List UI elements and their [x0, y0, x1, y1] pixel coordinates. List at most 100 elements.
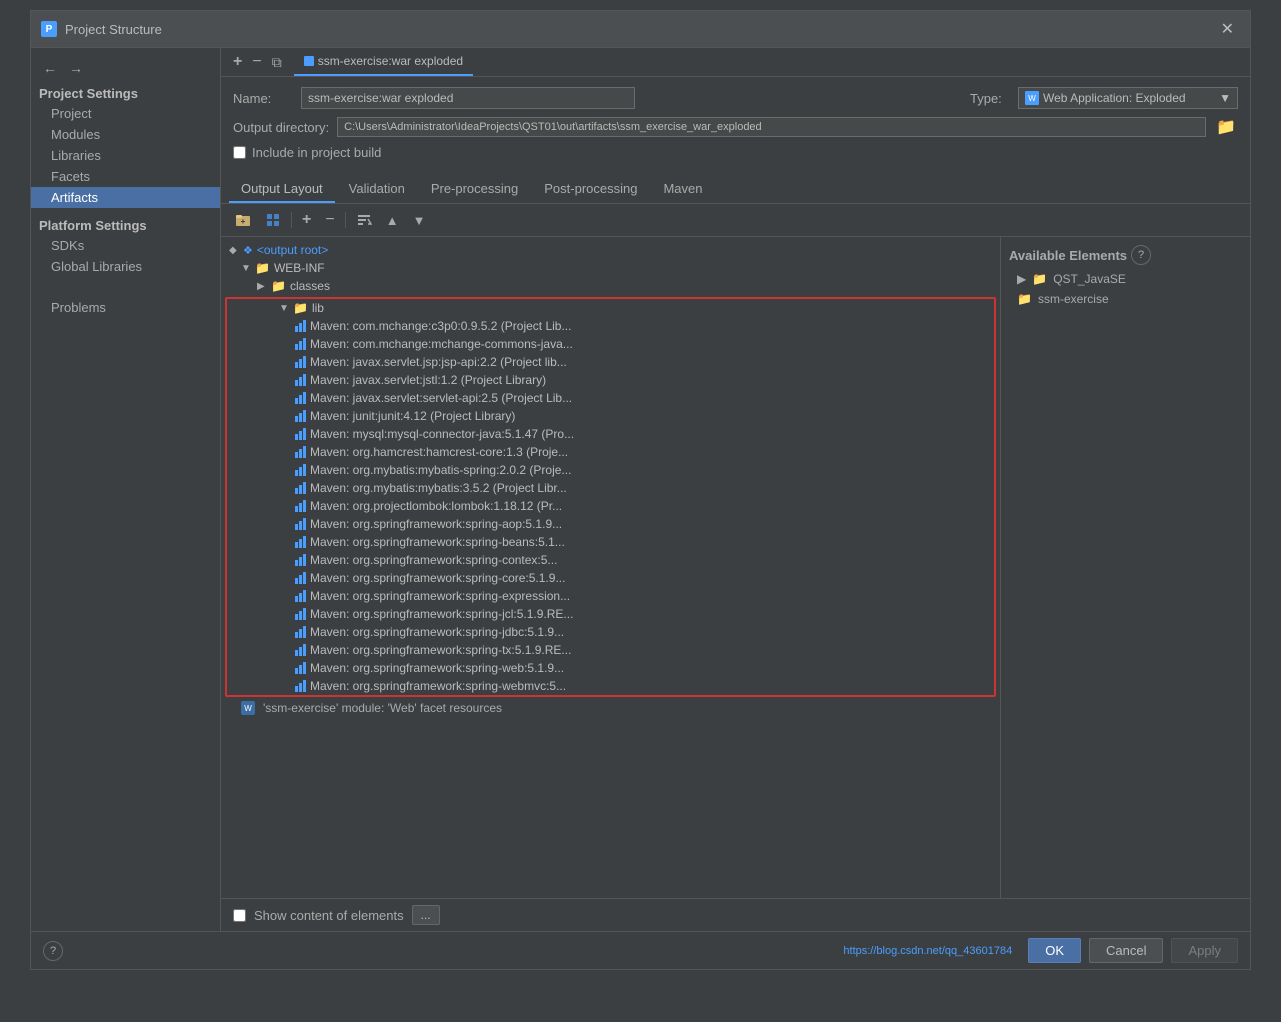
- maven-entry-12[interactable]: Maven: org.springframework:spring-beans:…: [227, 533, 994, 551]
- remove-artifact-button[interactable]: −: [248, 51, 265, 73]
- add-artifact-button[interactable]: +: [229, 51, 246, 73]
- tree-item-web-inf[interactable]: ▼ 📁 WEB-INF: [221, 259, 1000, 277]
- maven-entry-17[interactable]: Maven: org.springframework:spring-jdbc:5…: [227, 623, 994, 641]
- maven-label-19: Maven: org.springframework:spring-web:5.…: [310, 661, 564, 675]
- tree-item-classes[interactable]: ▶ 📁 classes: [221, 277, 1000, 295]
- output-area: ◆ ❖ <output root> ▼ 📁 WEB-INF ▶: [221, 237, 1250, 898]
- lib-collapse-icon: ▼: [279, 303, 289, 314]
- tab-maven[interactable]: Maven: [651, 176, 714, 203]
- tree-item-web-module[interactable]: W 'ssm-exercise' module: 'Web' facet res…: [221, 699, 1000, 717]
- toolbar-separator-2: [345, 212, 346, 228]
- tab-output-layout[interactable]: Output Layout: [229, 176, 335, 203]
- maven-icon-17: [295, 626, 306, 638]
- add-element-button[interactable]: +: [296, 208, 317, 232]
- tab-pre-processing[interactable]: Pre-processing: [419, 176, 530, 203]
- sidebar-nav: ← →: [31, 56, 220, 80]
- view-toggle-button[interactable]: [259, 209, 287, 231]
- maven-entry-14[interactable]: Maven: org.springframework:spring-core:5…: [227, 569, 994, 587]
- maven-icon-2: [295, 356, 306, 368]
- maven-entry-8[interactable]: Maven: org.mybatis:mybatis-spring:2.0.2 …: [227, 461, 994, 479]
- available-item-qst[interactable]: ▶ 📁 QST_JavaSE: [1001, 269, 1250, 289]
- status-url: https://blog.csdn.net/qq_43601784: [63, 945, 1028, 957]
- apply-button[interactable]: Apply: [1171, 938, 1238, 963]
- move-up-button[interactable]: ▲: [380, 210, 405, 231]
- maven-icon-0: [295, 320, 306, 332]
- maven-entry-19[interactable]: Maven: org.springframework:spring-web:5.…: [227, 659, 994, 677]
- copy-artifact-button[interactable]: ⧉: [268, 52, 286, 73]
- tab-validation[interactable]: Validation: [337, 176, 417, 203]
- maven-label-2: Maven: javax.servlet.jsp:jsp-api:2.2 (Pr…: [310, 355, 567, 369]
- tab-post-processing[interactable]: Post-processing: [532, 176, 649, 203]
- ok-button[interactable]: OK: [1028, 938, 1081, 963]
- maven-entry-0[interactable]: Maven: com.mchange:c3p0:0.9.5.2 (Project…: [227, 317, 994, 335]
- available-help-button[interactable]: ?: [1131, 245, 1151, 265]
- maven-entry-9[interactable]: Maven: org.mybatis:mybatis:3.5.2 (Projec…: [227, 479, 994, 497]
- sidebar-item-sdks[interactable]: SDKs: [31, 235, 220, 256]
- maven-entry-18[interactable]: Maven: org.springframework:spring-tx:5.1…: [227, 641, 994, 659]
- nav-forward-button[interactable]: →: [65, 58, 87, 78]
- type-icon: W: [1025, 91, 1039, 105]
- sidebar-item-problems[interactable]: Problems: [31, 297, 220, 318]
- maven-entry-2[interactable]: Maven: javax.servlet.jsp:jsp-api:2.2 (Pr…: [227, 353, 994, 371]
- artifact-tab[interactable]: ssm-exercise:war exploded: [294, 48, 473, 76]
- type-selector[interactable]: W Web Application: Exploded ▼: [1018, 87, 1238, 109]
- maven-entry-1[interactable]: Maven: com.mchange:mchange-commons-java.…: [227, 335, 994, 353]
- maven-entry-15[interactable]: Maven: org.springframework:spring-expres…: [227, 587, 994, 605]
- maven-entry-13[interactable]: Maven: org.springframework:spring-contex…: [227, 551, 994, 569]
- show-content-checkbox[interactable]: [233, 909, 246, 922]
- sidebar-item-label: Facets: [51, 169, 90, 184]
- sidebar-item-facets[interactable]: Facets: [31, 166, 220, 187]
- cancel-button[interactable]: Cancel: [1089, 938, 1163, 963]
- sidebar-item-modules[interactable]: Modules: [31, 124, 220, 145]
- type-label: Type:: [970, 91, 1010, 106]
- right-panel: + − ⧉ ssm-exercise:war exploded Name: Ty…: [221, 48, 1250, 931]
- output-main: + + −: [221, 204, 1250, 931]
- maven-entry-16[interactable]: Maven: org.springframework:spring-jcl:5.…: [227, 605, 994, 623]
- dialog-help-button[interactable]: ?: [43, 941, 63, 961]
- sort-button[interactable]: [350, 209, 378, 231]
- dropdown-arrow-icon: ▼: [1219, 91, 1231, 105]
- available-elements-panel: Available Elements ? ▶ 📁 QST_JavaSE 📁 ss…: [1000, 237, 1250, 898]
- maven-label-17: Maven: org.springframework:spring-jdbc:5…: [310, 625, 564, 639]
- close-button[interactable]: ✕: [1215, 17, 1240, 41]
- dialog-title: Project Structure: [65, 22, 162, 37]
- maven-label-15: Maven: org.springframework:spring-expres…: [310, 589, 570, 603]
- maven-entry-4[interactable]: Maven: javax.servlet:servlet-api:2.5 (Pr…: [227, 389, 994, 407]
- maven-label-3: Maven: javax.servlet:jstl:1.2 (Project L…: [310, 373, 546, 387]
- maven-entry-7[interactable]: Maven: org.hamcrest:hamcrest-core:1.3 (P…: [227, 443, 994, 461]
- tree-item-output-root[interactable]: ◆ ❖ <output root>: [221, 241, 1000, 259]
- tab-maven-label: Maven: [663, 181, 702, 196]
- maven-entry-11[interactable]: Maven: org.springframework:spring-aop:5.…: [227, 515, 994, 533]
- lib-folder-icon: 📁: [293, 301, 308, 315]
- tree-item-lib[interactable]: ▼ 📁 lib: [227, 299, 994, 317]
- web-inf-label: WEB-INF: [274, 261, 325, 275]
- include-build-checkbox[interactable]: [233, 146, 246, 159]
- maven-entry-3[interactable]: Maven: javax.servlet:jstl:1.2 (Project L…: [227, 371, 994, 389]
- maven-entry-5[interactable]: Maven: junit:junit:4.12 (Project Library…: [227, 407, 994, 425]
- name-input[interactable]: [301, 87, 635, 109]
- maven-label-18: Maven: org.springframework:spring-tx:5.1…: [310, 643, 571, 657]
- show-content-more-button[interactable]: ...: [412, 905, 440, 925]
- move-down-button[interactable]: ▼: [407, 210, 432, 231]
- maven-label-9: Maven: org.mybatis:mybatis:3.5.2 (Projec…: [310, 481, 567, 495]
- remove-element-button[interactable]: −: [319, 208, 340, 232]
- create-directory-button[interactable]: +: [229, 209, 257, 231]
- maven-entry-10[interactable]: Maven: org.projectlombok:lombok:1.18.12 …: [227, 497, 994, 515]
- browse-directory-button[interactable]: 📁: [1214, 115, 1238, 139]
- classes-folder-icon: 📁: [271, 279, 286, 293]
- sidebar-item-artifacts[interactable]: Artifacts: [31, 187, 220, 208]
- maven-icon-14: [295, 572, 306, 584]
- qst-folder-icon: 📁: [1032, 272, 1047, 286]
- expand-arrow-icon: ▶: [1017, 272, 1026, 286]
- maven-entry-20[interactable]: Maven: org.springframework:spring-webmvc…: [227, 677, 994, 695]
- output-root-label: <output root>: [257, 243, 328, 257]
- sidebar-item-global-libraries[interactable]: Global Libraries: [31, 256, 220, 277]
- output-dir-input[interactable]: [337, 117, 1206, 137]
- maven-entry-6[interactable]: Maven: mysql:mysql-connector-java:5.1.47…: [227, 425, 994, 443]
- nav-back-button[interactable]: ←: [39, 58, 61, 78]
- sidebar-item-project[interactable]: Project: [31, 103, 220, 124]
- available-item-ssm[interactable]: 📁 ssm-exercise: [1001, 289, 1250, 309]
- sidebar-item-libraries[interactable]: Libraries: [31, 145, 220, 166]
- maven-label-1: Maven: com.mchange:mchange-commons-java.…: [310, 337, 573, 351]
- tab-output-layout-label: Output Layout: [241, 181, 323, 196]
